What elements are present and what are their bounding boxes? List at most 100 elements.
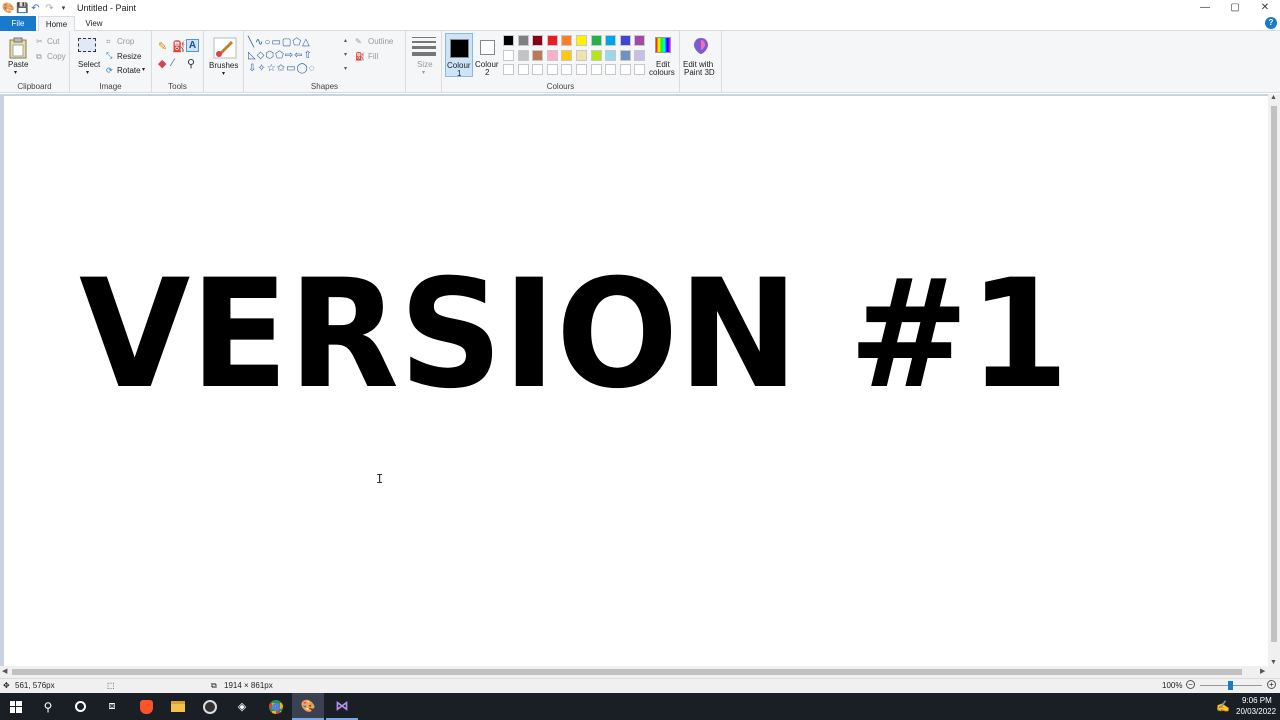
cut-button[interactable]: Cut xyxy=(47,37,59,46)
tab-view[interactable]: View xyxy=(78,16,110,31)
taskbar-paint[interactable]: 🎨 xyxy=(292,693,324,720)
tab-home[interactable]: Home xyxy=(38,16,75,31)
taskbar-visual-studio[interactable]: ⋈ xyxy=(326,693,358,720)
colour-swatch[interactable] xyxy=(605,49,617,61)
copy-button[interactable]: Copy xyxy=(47,52,66,61)
colour-swatch[interactable] xyxy=(605,35,617,46)
colour-swatch[interactable] xyxy=(561,49,573,61)
clipboard-group-label: Clipboard xyxy=(17,82,52,91)
custom-colour-slot[interactable] xyxy=(576,64,587,75)
colour-swatch[interactable] xyxy=(503,49,514,61)
colour-swatch[interactable] xyxy=(576,35,587,46)
colour-swatch[interactable] xyxy=(546,49,558,61)
brushes-button[interactable]: Brushes ▾ xyxy=(208,35,240,79)
colour1-button[interactable]: Colour 1 xyxy=(445,33,473,78)
crop-button[interactable]: Crop xyxy=(117,37,134,46)
fill-button[interactable]: Fill xyxy=(368,52,378,61)
shapes-scroll-up-icon[interactable]: ▴ xyxy=(344,37,347,44)
colour-swatch[interactable] xyxy=(590,49,602,61)
shapes-scroll-down-icon[interactable]: ▾ xyxy=(344,51,347,58)
scroll-down-icon[interactable]: ▼ xyxy=(1270,659,1277,666)
taskbar-time[interactable]: 9:06 PM xyxy=(1242,696,1272,705)
edit-colours-button[interactable]: Edit colours xyxy=(648,35,678,79)
resize-button[interactable]: Resize xyxy=(117,52,141,61)
colour-picker-icon[interactable]: ⁄ xyxy=(172,57,174,69)
close-button[interactable]: ✕ xyxy=(1250,0,1280,16)
custom-colour-slot[interactable] xyxy=(605,64,617,75)
image-group-label: Image xyxy=(99,82,122,91)
select-button[interactable]: Select ▾ xyxy=(76,35,100,76)
colour-swatch[interactable] xyxy=(634,49,646,61)
custom-colour-slot[interactable] xyxy=(503,64,514,75)
task-view-icon: ⧈ xyxy=(108,700,116,712)
taskbar-unity[interactable]: ◈ xyxy=(226,693,258,720)
save-icon[interactable]: 💾 xyxy=(16,3,28,14)
colour-swatch[interactable] xyxy=(590,35,602,46)
tab-file[interactable]: File xyxy=(0,16,36,31)
taskbar-brave[interactable] xyxy=(130,693,162,720)
cut-icon: ✂ xyxy=(36,37,43,46)
scroll-right-icon[interactable]: ▶ xyxy=(1260,667,1265,675)
custom-colour-slot[interactable] xyxy=(532,64,544,75)
text-tool-icon[interactable]: A xyxy=(186,39,199,52)
zoom-in-icon[interactable]: + xyxy=(1267,680,1276,689)
custom-colour-slot[interactable] xyxy=(619,64,631,75)
custom-colour-slot[interactable] xyxy=(517,64,529,75)
scroll-left-icon[interactable]: ◀ xyxy=(2,667,7,675)
size-button[interactable]: Size ▾ xyxy=(412,37,436,77)
horizontal-scrollbar[interactable]: ◀ ▶ xyxy=(0,666,1280,678)
minimize-button[interactable]: — xyxy=(1190,0,1220,16)
zoom-slider-thumb[interactable] xyxy=(1228,681,1233,690)
colour-swatch[interactable] xyxy=(619,49,631,61)
colour-swatch[interactable] xyxy=(532,35,544,46)
customize-qat-icon[interactable]: ▾ xyxy=(58,3,69,14)
tools-group: ✎ ⛽ A ◆ ⁄ ⚲ Tools xyxy=(152,31,204,93)
redo-icon[interactable]: ↷ xyxy=(44,3,55,14)
colour-swatch[interactable] xyxy=(517,49,529,61)
taskbar-file-explorer[interactable] xyxy=(162,693,194,720)
magnifier-icon[interactable]: ⚲ xyxy=(187,57,195,70)
colour-swatch[interactable] xyxy=(634,35,646,46)
outline-button[interactable]: Outline xyxy=(368,37,393,46)
vertical-scroll-thumb[interactable] xyxy=(1271,106,1277,642)
custom-colour-slot[interactable] xyxy=(546,64,558,75)
custom-colour-slot[interactable] xyxy=(590,64,602,75)
vertical-scrollbar[interactable]: ▲ ▼ xyxy=(1268,94,1280,666)
zoom-out-icon[interactable]: − xyxy=(1186,680,1195,689)
colour-swatch[interactable] xyxy=(619,35,631,46)
colour1-label-line2: 1 xyxy=(457,69,462,78)
taskbar-chrome[interactable] xyxy=(260,693,292,720)
edit-with-paint3d-button[interactable]: Edit with Paint 3D xyxy=(682,35,720,79)
colour2-button[interactable]: Colour 2 xyxy=(474,33,502,77)
colour-swatch[interactable] xyxy=(503,35,514,46)
rotate-button[interactable]: Rotate xyxy=(117,66,141,75)
zoom-slider[interactable] xyxy=(1200,681,1262,690)
search-button[interactable]: ⚲ xyxy=(32,693,64,720)
scroll-up-icon[interactable]: ▲ xyxy=(1270,94,1277,101)
colour2-swatch xyxy=(480,40,495,55)
pen-workspace-icon[interactable]: ✍ xyxy=(1216,700,1230,713)
shapes-gallery[interactable]: ╲∿○▭▢⬠△ ◺◇⬡⬠⇨⇦⇧ ⇩✧☆✩▭◯◌ xyxy=(248,36,344,76)
taskbar-obs[interactable] xyxy=(194,693,226,720)
start-button[interactable] xyxy=(0,693,32,720)
pencil-icon[interactable]: ✎ xyxy=(158,40,167,53)
colour-swatch[interactable] xyxy=(532,49,544,61)
custom-colour-slot[interactable] xyxy=(561,64,573,75)
colour-swatch[interactable] xyxy=(561,35,573,46)
eraser-icon[interactable]: ◆ xyxy=(158,57,166,70)
colour-swatch[interactable] xyxy=(546,35,558,46)
colour-swatch[interactable] xyxy=(576,49,587,61)
colour-swatch[interactable] xyxy=(517,35,529,46)
fill-bucket-icon[interactable]: ⛽ xyxy=(172,40,186,53)
paste-button[interactable]: Paste ▾ xyxy=(6,35,30,76)
task-view-button[interactable]: ⧈ xyxy=(96,693,128,720)
help-icon[interactable]: ? xyxy=(1265,17,1277,29)
maximize-button[interactable]: ▢ xyxy=(1220,0,1250,16)
taskbar-date[interactable]: 20/03/2022 xyxy=(1236,707,1276,716)
custom-colour-slot[interactable] xyxy=(634,64,646,75)
shapes-expand-icon[interactable]: ▾ xyxy=(344,65,347,72)
cortana-button[interactable] xyxy=(64,693,96,720)
drawing-canvas[interactable]: VERSION #1 I xyxy=(4,96,1268,666)
horizontal-scroll-thumb[interactable] xyxy=(12,669,1242,675)
undo-icon[interactable]: ↶ xyxy=(30,3,41,14)
